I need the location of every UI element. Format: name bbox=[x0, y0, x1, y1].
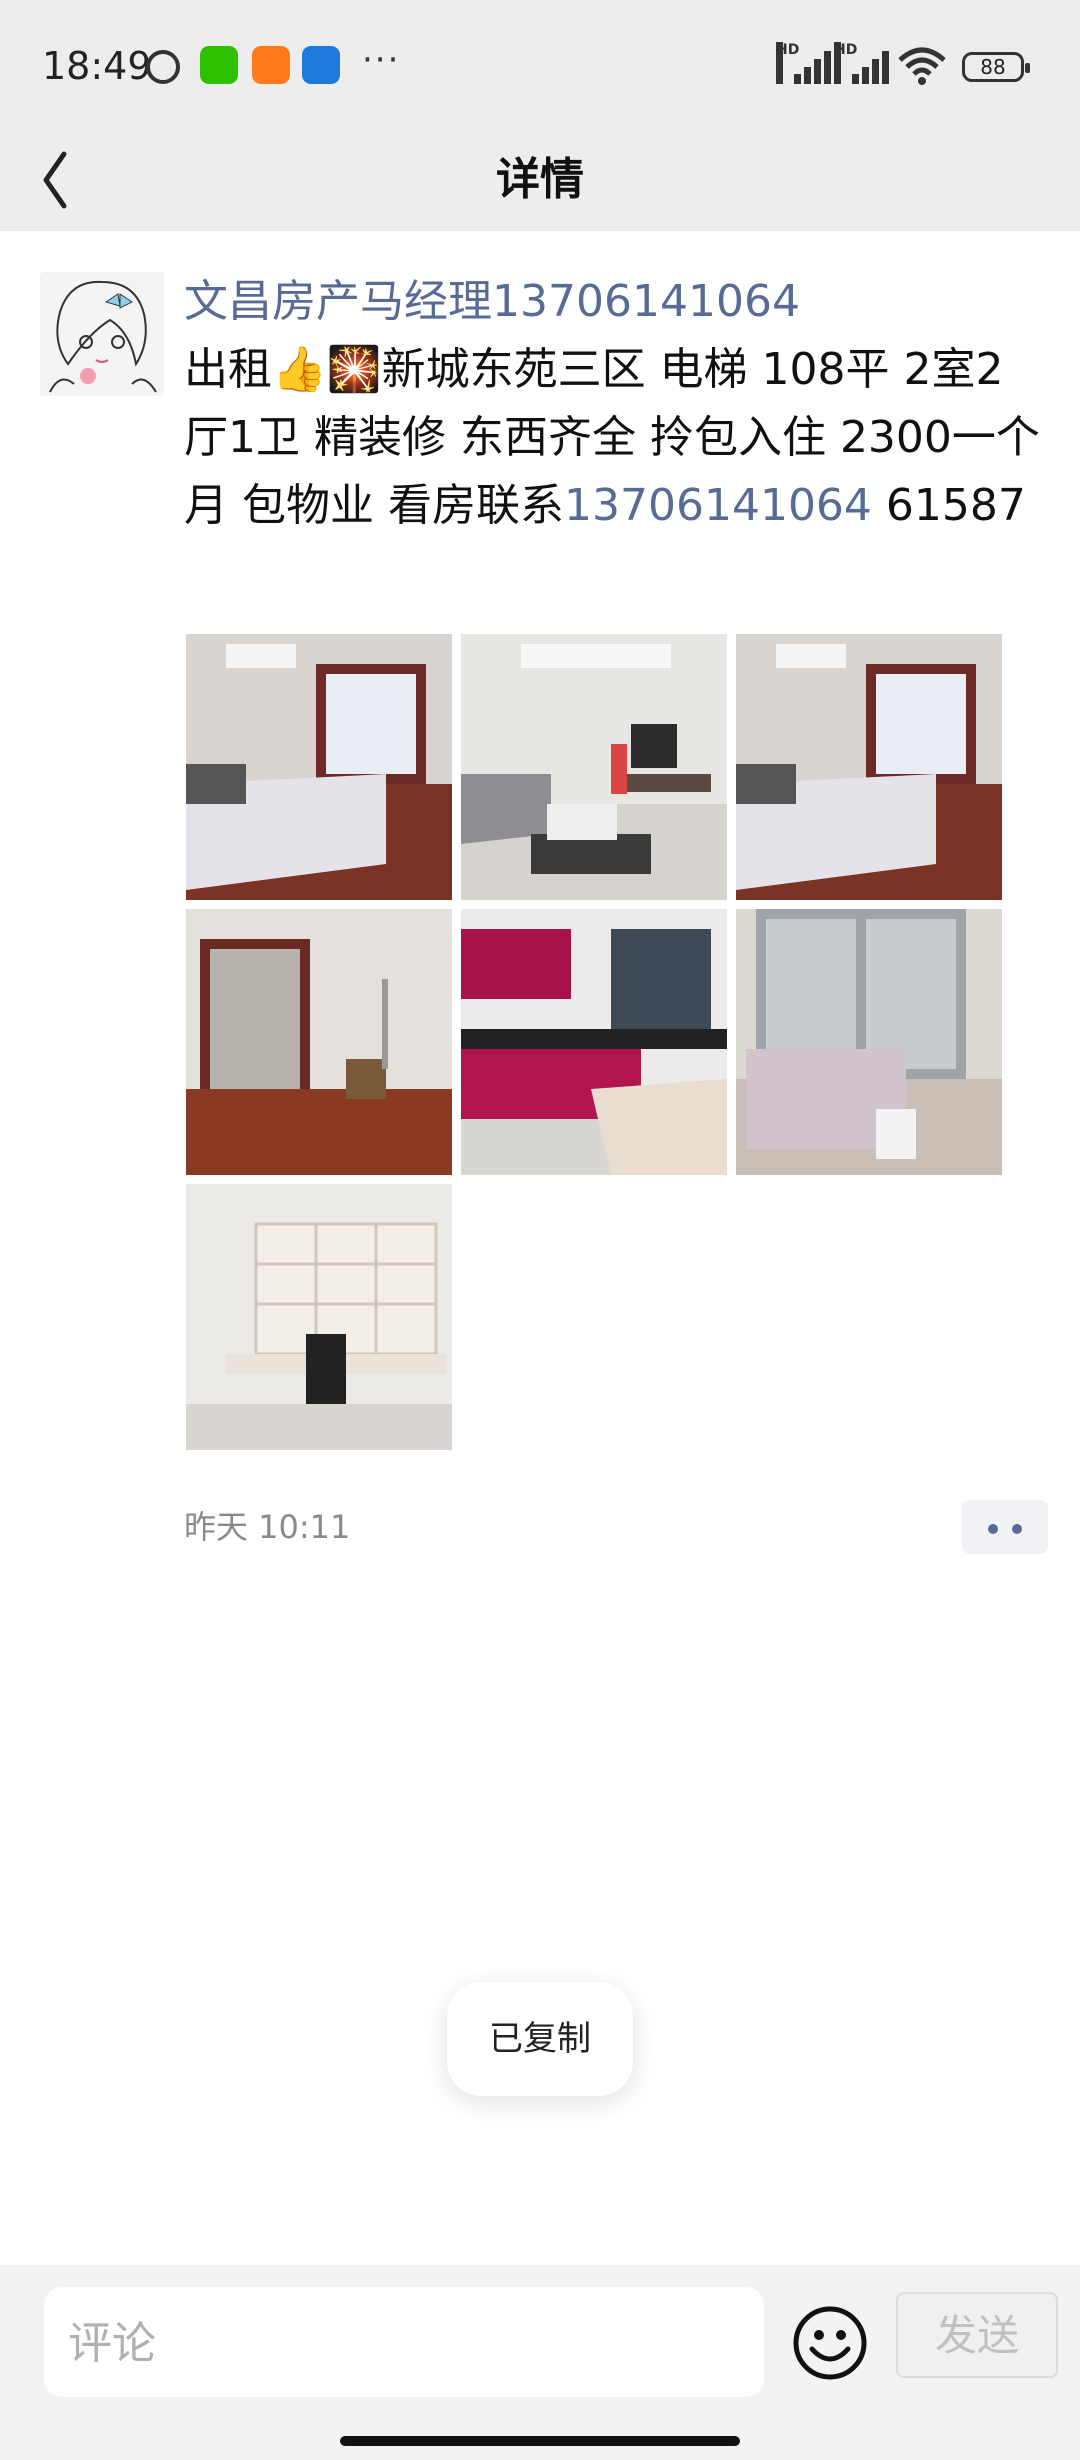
status-time: 18:49 bbox=[42, 44, 152, 88]
photo-bedroom[interactable] bbox=[186, 634, 452, 900]
app-notification-icon bbox=[302, 46, 340, 84]
emoji-icon[interactable] bbox=[792, 2305, 868, 2381]
comment-field-container bbox=[44, 2287, 764, 2399]
wifi-icon bbox=[898, 47, 946, 85]
dot-icon bbox=[988, 1524, 998, 1534]
copied-toast: 已复制 bbox=[447, 1982, 633, 2096]
top-area: 18:49 ··· HD HD 88 详情 bbox=[0, 0, 1080, 231]
alarm-icon bbox=[146, 50, 180, 84]
phone-link[interactable]: 13706141064 bbox=[564, 480, 872, 531]
taobao-notification-icon bbox=[252, 46, 290, 84]
signal-icon-2: HD bbox=[834, 42, 889, 84]
photo-living-room[interactable] bbox=[461, 634, 727, 900]
avatar-illustration bbox=[40, 272, 164, 396]
photo-bedroom-2[interactable] bbox=[736, 634, 1002, 900]
post-author-name[interactable]: 文昌房产马经理13706141064 bbox=[184, 270, 800, 334]
photo-kitchen[interactable] bbox=[461, 909, 727, 1175]
battery-indicator: 88 bbox=[962, 52, 1030, 82]
home-indicator[interactable] bbox=[340, 2436, 740, 2446]
page-title: 详情 bbox=[496, 154, 584, 205]
dot-icon bbox=[1012, 1524, 1022, 1534]
photo-study[interactable] bbox=[186, 1184, 452, 1450]
header-bar: 详情 bbox=[0, 136, 1080, 231]
avatar[interactable] bbox=[40, 272, 164, 396]
photo-hall[interactable] bbox=[186, 909, 452, 1175]
comment-bar: 发送 bbox=[0, 2265, 1080, 2460]
comment-input[interactable] bbox=[66, 2287, 750, 2399]
status-bar: 18:49 ··· HD HD 88 bbox=[0, 0, 1080, 136]
wechat-notification-icon bbox=[200, 46, 238, 84]
send-button[interactable]: 发送 bbox=[896, 2292, 1058, 2378]
more-options-button[interactable] bbox=[962, 1500, 1048, 1554]
signal-icon: HD bbox=[776, 42, 831, 84]
more-notifications-icon: ··· bbox=[362, 40, 401, 80]
photo-balcony[interactable] bbox=[736, 909, 1002, 1175]
post-text-tail: 61587 bbox=[871, 480, 1026, 531]
post-timestamp: 昨天 10:11 bbox=[184, 1508, 351, 1546]
post-content: 出租👍🎇新城东苑三区 电梯 108平 2室2厅1卫 精装修 东西齐全 拎包入住 … bbox=[184, 336, 1044, 540]
